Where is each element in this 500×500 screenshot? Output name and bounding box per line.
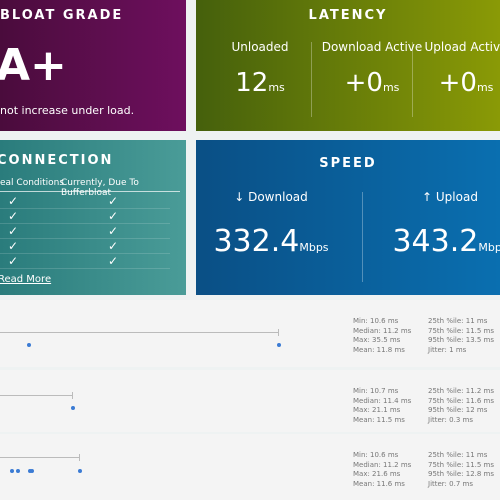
stat-right: Jitter: 0.7 ms [428, 479, 473, 488]
outlier-dot [78, 469, 82, 473]
check-icon: ✓ [108, 224, 119, 238]
stat-left: Mean: 11.8 ms [353, 345, 405, 354]
latency-distribution-row: Min: 10.6 ms 25th %ile: 11 ms Median: 11.2… [0, 300, 500, 367]
download-label: ↓ Download [234, 190, 308, 204]
grade-title: BLOAT GRADE [0, 8, 124, 23]
stat-right: 95th %ile: 12 ms [428, 406, 488, 414]
stat-left: Min: 10.7 ms [353, 387, 399, 395]
stat-left: Max: 21.1 ms [353, 406, 401, 414]
divider [412, 42, 413, 117]
outlier-dot [277, 343, 281, 347]
unit: ms [382, 81, 400, 94]
stat-left: Max: 21.6 ms [353, 470, 401, 478]
connection-header: eal Conditions Currently, Due To Bufferb… [0, 178, 180, 198]
col-ideal: eal Conditions [0, 178, 65, 188]
whisker-line [0, 454, 80, 461]
stat-right: 75th %ile: 11.6 ms [428, 396, 495, 405]
value: +0 [344, 68, 383, 98]
stat-right: 95th %ile: 13.5 ms [428, 336, 495, 344]
stat-left: Median: 11.2 ms [353, 460, 412, 469]
stat-left: Min: 10.6 ms [353, 451, 399, 459]
speed-title: SPEED [319, 156, 377, 171]
stat-left: Median: 11.4 ms [353, 396, 412, 405]
bufferbloat-grade-card: BLOAT GRADE A+ not increase under load. [0, 0, 186, 131]
outlier-dot [27, 343, 31, 347]
check-icon: ✓ [8, 254, 19, 268]
check-icon: ✓ [108, 194, 119, 208]
outlier-dot [71, 406, 75, 410]
check-icon: ✓ [108, 254, 119, 268]
latency-distribution-row: Min: 10.7 ms 25th %ile: 11.2 ms Median: 11… [0, 370, 500, 432]
latency-card: LATENCY Unloaded 12ms Download Active +0… [196, 0, 500, 131]
grade-value: A+ [0, 40, 67, 91]
whisker-line [0, 392, 73, 399]
upload-label: ↑ Upload [422, 190, 478, 204]
latency-upload-active: Upload Active +0ms [416, 40, 500, 98]
grade-subtitle: not increase under load. [0, 104, 135, 117]
check-icon: ✓ [108, 209, 119, 223]
latency-download-active: Download Active +0ms [312, 40, 432, 98]
check-icon: ✓ [8, 194, 19, 208]
connection-row: ✓ ✓ [0, 239, 170, 254]
speed-card: SPEED ↓ Download 332.4Mbps ↑ Upload 343.… [196, 140, 500, 295]
stat-left: Min: 10.6 ms [353, 317, 399, 325]
stat-right: 25th %ile: 11.2 ms [428, 387, 495, 395]
unit: Mbps [299, 241, 329, 254]
unit: Mbps [478, 241, 500, 254]
stats: Min: 10.6 ms 25th %ile: 11 ms Median: 11.2… [353, 317, 500, 355]
download-value: 332.4 [213, 224, 300, 259]
stat-left: Max: 35.5 ms [353, 336, 401, 344]
check-icon: ✓ [8, 239, 19, 253]
connection-row: ✓ ✓ [0, 194, 170, 209]
stat-left: Mean: 11.5 ms [353, 415, 405, 424]
stat-right: Jitter: 1 ms [428, 345, 467, 354]
stat-left: Mean: 11.6 ms [353, 479, 405, 488]
connection-row: ✓ ✓ [0, 254, 170, 269]
stat-right: 25th %ile: 11 ms [428, 451, 488, 459]
stat-right: Jitter: 0.3 ms [428, 415, 473, 424]
label: Upload Active [424, 40, 500, 54]
latency-unloaded: Unloaded 12ms [210, 40, 310, 98]
latency-title: LATENCY [308, 8, 388, 23]
upload-value: 343.2 [392, 224, 479, 259]
outlier-dot [30, 469, 34, 473]
stat-right: 95th %ile: 12.8 ms [428, 470, 495, 478]
outlier-dot [10, 469, 14, 473]
value: +0 [438, 68, 477, 98]
speed-download: ↓ Download 332.4Mbps [196, 190, 346, 259]
connection-title: CONNECTION [0, 153, 114, 168]
stat-right: 25th %ile: 11 ms [428, 317, 488, 325]
connection-card: CONNECTION eal Conditions Currently, Due… [0, 140, 186, 295]
check-icon: ✓ [8, 209, 19, 223]
check-icon: ✓ [108, 239, 119, 253]
speed-upload: ↑ Upload 343.2Mbps [360, 190, 500, 259]
unit: ms [476, 81, 494, 94]
unit: ms [268, 81, 285, 94]
check-icon: ✓ [8, 224, 19, 238]
stat-right: 75th %ile: 11.5 ms [428, 326, 495, 335]
stats: Min: 10.7 ms 25th %ile: 11.2 ms Median: 11… [353, 387, 500, 425]
value: 12 [235, 68, 269, 98]
label: Unloaded [231, 40, 289, 54]
stat-right: 75th %ile: 11.5 ms [428, 460, 495, 469]
latency-distribution-row: Min: 10.6 ms 25th %ile: 11 ms Median: 11.2… [0, 434, 500, 500]
read-more-link[interactable]: Read More [0, 274, 51, 285]
connection-row: ✓ ✓ [0, 224, 170, 239]
stats: Min: 10.6 ms 25th %ile: 11 ms Median: 11.2… [353, 451, 500, 489]
stat-left: Median: 11.2 ms [353, 326, 412, 335]
whisker-line [0, 329, 279, 336]
label: Download Active [321, 40, 423, 54]
outlier-dot [16, 469, 20, 473]
connection-row: ✓ ✓ [0, 209, 170, 224]
